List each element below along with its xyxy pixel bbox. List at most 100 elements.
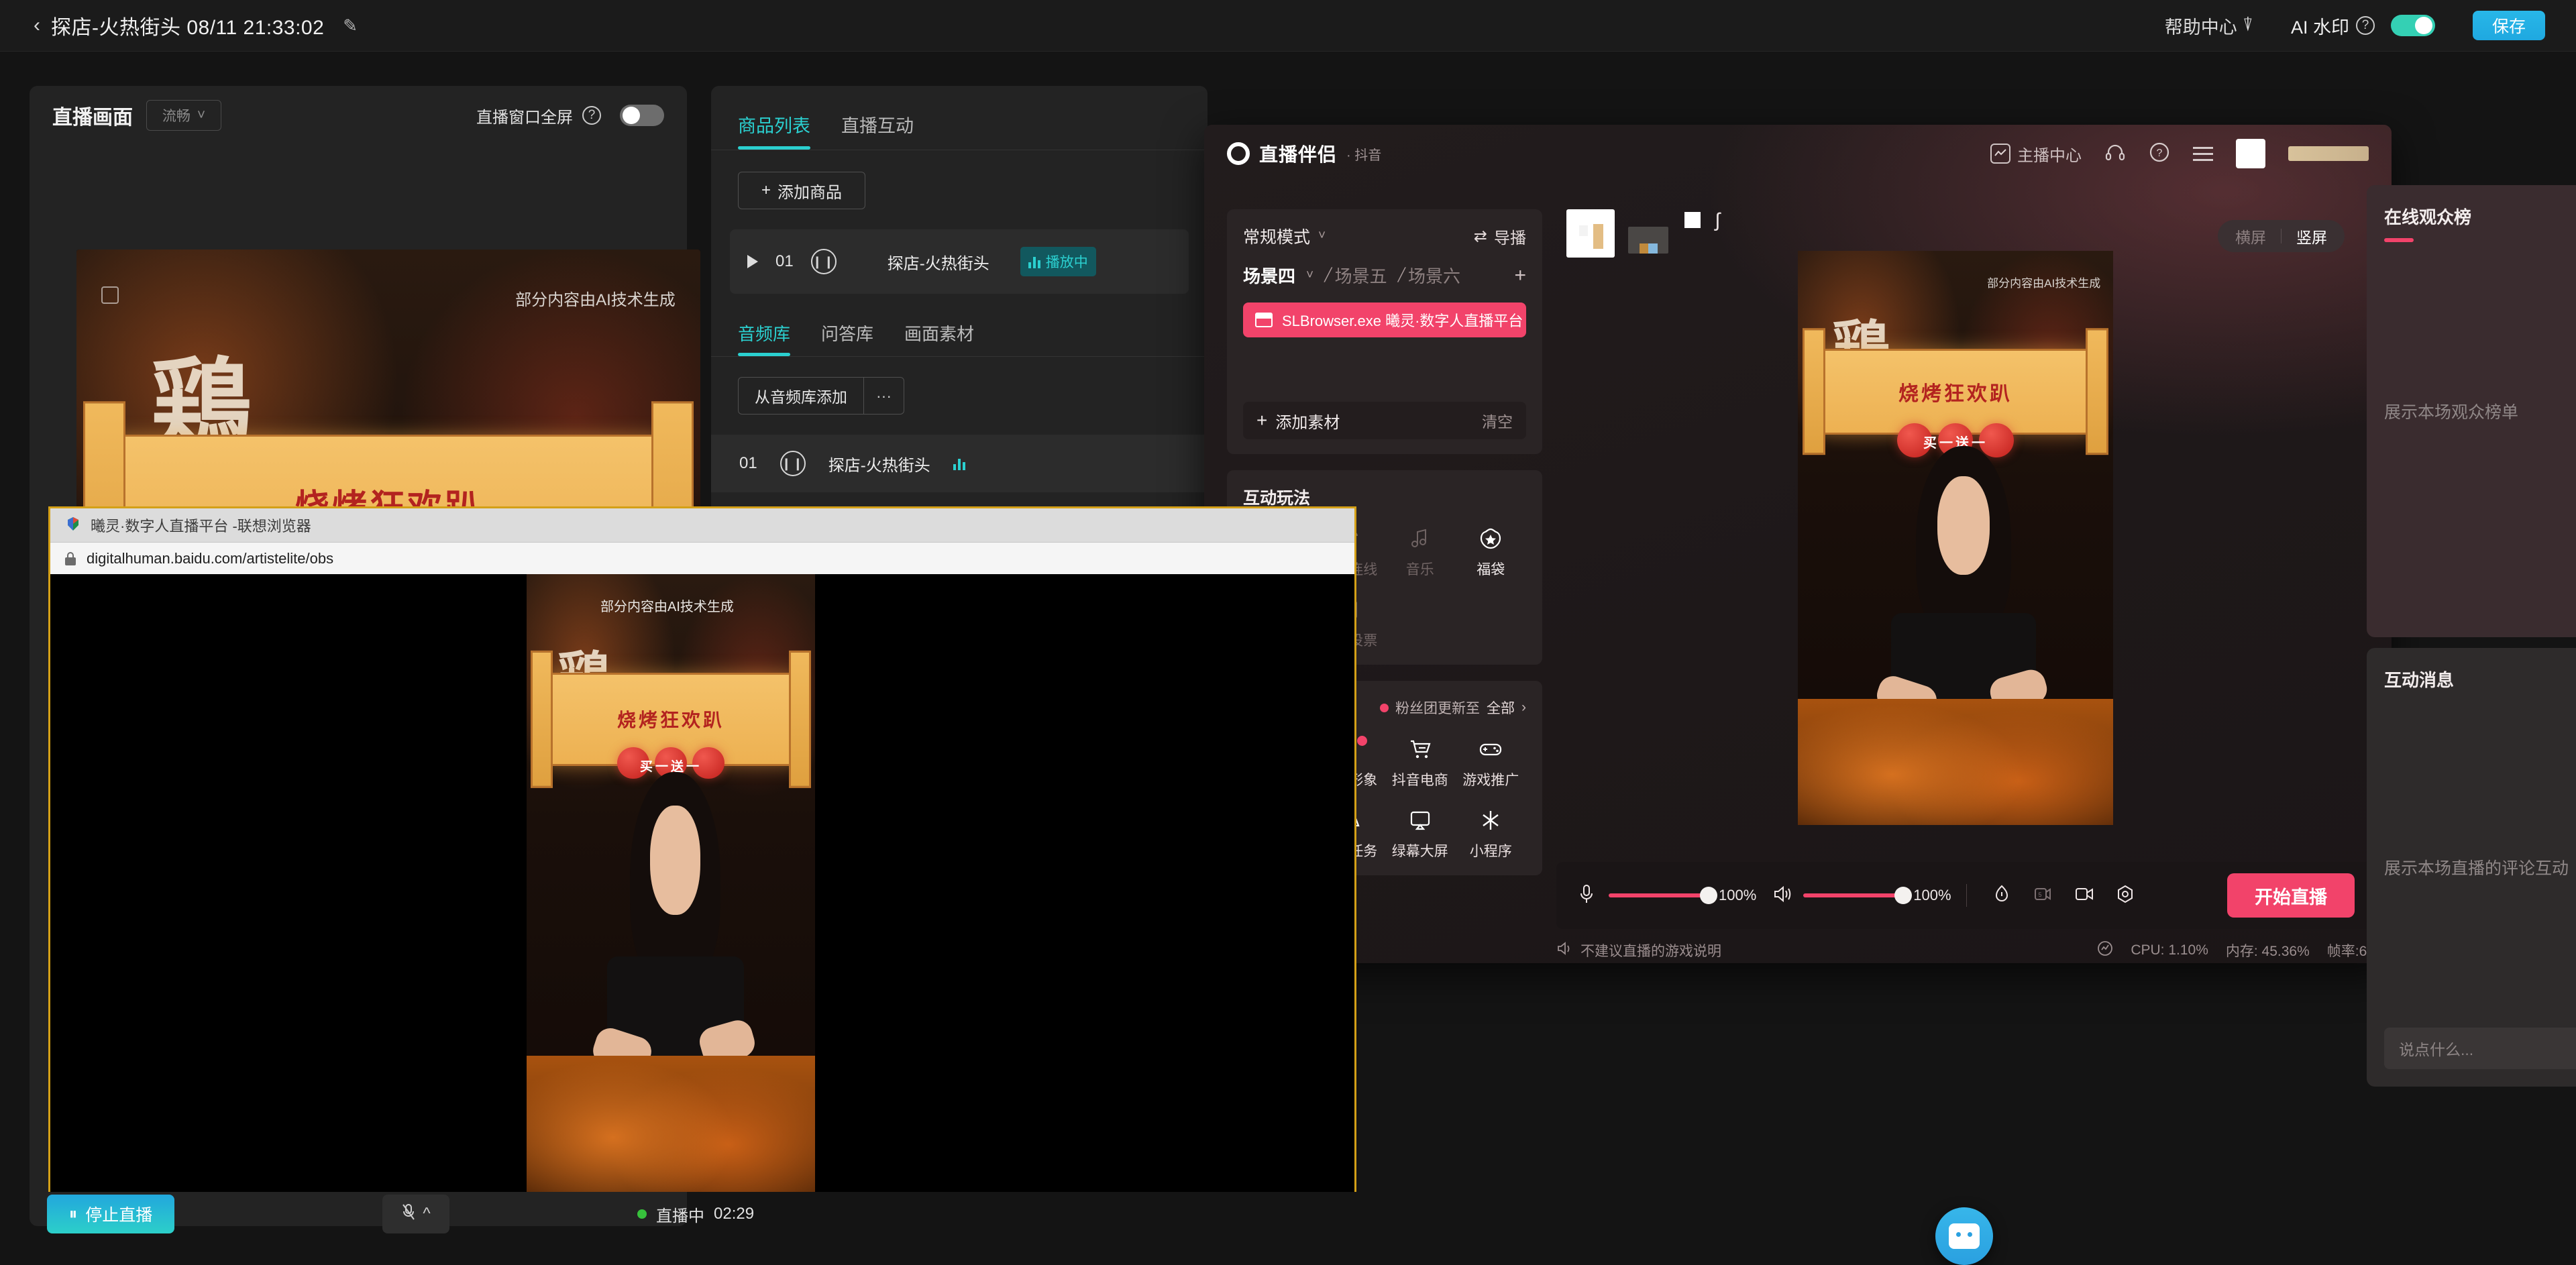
anchor-center-link[interactable]: 主播中心 — [1990, 142, 2082, 166]
chevron-down-icon[interactable]: ˅ — [1306, 268, 1313, 283]
app-header: ‹ 探店-火热街头 08/11 21:33:02 ✎ 帮助中心 ⍒ AI 水印 … — [0, 0, 2576, 52]
fan-update-link[interactable]: 粉丝团更新至 全部 › — [1380, 698, 1526, 718]
switch-arrows-icon: ⇄ — [1473, 227, 1487, 245]
microphone-toggle[interactable]: ^ — [382, 1195, 449, 1233]
orientation-toggle[interactable]: 横屏 竖屏 — [2218, 220, 2345, 252]
tool-item-douyin-ecommerce[interactable]: 抖音电商 — [1385, 737, 1456, 789]
browser-url[interactable]: digitalhuman.baidu.com/artistelite/obs — [87, 550, 333, 567]
scene-tab-4[interactable]: 场景四 — [1243, 263, 1295, 288]
tab-qa-library[interactable]: 问答库 — [821, 321, 873, 356]
anchor-center-label: 主播中心 — [2017, 146, 2082, 165]
clear-materials-button[interactable]: 清空 — [1482, 409, 1513, 432]
tool-item-green-screen[interactable]: 绿幕大屏 — [1385, 808, 1456, 861]
interaction-messages-title: 互动消息 — [2384, 670, 2455, 690]
speaker-muted-icon[interactable] — [1772, 884, 1792, 908]
companion-title: 直播伴侣 — [1259, 144, 1338, 165]
director-button[interactable]: ⇄ 导播 — [1474, 225, 1526, 248]
scene-separator: ╱ — [1324, 268, 1332, 282]
window-icon — [1255, 313, 1273, 327]
scene-tabs: 场景四 ˅ ╱ 场景五 ╱ 场景六 + — [1243, 263, 1526, 288]
orientation-landscape[interactable]: 横屏 — [2223, 225, 2278, 248]
question-circle-icon[interactable]: ? — [2356, 16, 2375, 35]
ai-watermark-toggle[interactable] — [2391, 15, 2435, 36]
pause-button[interactable]: ❙❙ — [810, 249, 837, 274]
preview-thumbnail-main[interactable] — [1566, 209, 1615, 258]
filter-5s-icon[interactable]: 5 — [2033, 884, 2053, 908]
live-status-dot — [637, 1209, 647, 1219]
start-live-button[interactable]: 开始直播 — [2227, 873, 2355, 918]
companion-performance-stats: CPU: 1.10% 内存: 45.36% 帧率:60 — [2097, 940, 2375, 960]
chevron-down-icon[interactable]: ˅ — [1318, 229, 1326, 243]
microphone-icon[interactable] — [1576, 883, 1597, 908]
settings-target-icon[interactable] — [2116, 885, 2135, 907]
companion-preview-stage[interactable]: 鶏 烧烤狂欢趴 买一送一 部分内容由AI技术生成 — [1798, 251, 2113, 825]
companion-header-actions: 主播中心 ? — [1990, 139, 2369, 168]
pause-circle-icon: ⏸ — [68, 1204, 78, 1223]
quality-select[interactable]: 流畅 ˅ — [146, 100, 221, 131]
interactive-item-music[interactable]: 音乐 — [1385, 527, 1456, 579]
tab-live-interaction[interactable]: 直播互动 — [841, 111, 914, 150]
cpu-usage: CPU: 1.10% — [2131, 942, 2208, 958]
browser-content[interactable]: 鶏 烧烤狂欢趴 买一送一 部分内容由AI技术生成 — [50, 574, 1354, 1192]
chevron-up-icon[interactable]: ^ — [423, 1205, 430, 1223]
speaker-volume-slider[interactable] — [1803, 887, 1913, 904]
product-card[interactable]: 01 ❙❙ 探店-火热街头 播放中 — [730, 229, 1189, 294]
add-material-button[interactable]: 添加素材 — [1275, 409, 1340, 433]
camera-icon[interactable] — [2074, 885, 2094, 906]
chart-box-icon — [1990, 144, 2010, 164]
back-button[interactable]: ‹ — [34, 15, 40, 36]
help-center-link[interactable]: 帮助中心 ⍒ — [2165, 13, 2253, 39]
source-list-item[interactable]: SLBrowser.exe 曦灵·数字人直播平台 -... — [1243, 302, 1526, 337]
account-name-placeholder — [2288, 146, 2369, 161]
scene-card: 常规模式 ˅ ⇄ 导播 场景四 ˅ ╱ 场景五 ╱ 场景六 + SLBrowse… — [1227, 209, 1542, 454]
fullscreen-toggle[interactable] — [620, 105, 664, 126]
live-status-label: 直播中 — [656, 1207, 704, 1225]
add-from-audio-library-button[interactable]: 从音频库添加 — [739, 378, 863, 414]
expand-triangle-icon[interactable] — [747, 255, 758, 268]
microphone-volume-slider[interactable] — [1609, 887, 1717, 904]
tab-audio-library[interactable]: 音频库 — [738, 321, 791, 356]
audio-pause-button[interactable]: ❙❙ — [780, 451, 806, 476]
save-button[interactable]: 保存 — [2473, 11, 2545, 40]
plus-icon[interactable]: + — [1514, 264, 1526, 287]
library-tabs: 音频库 问答库 画面素材 — [711, 294, 1208, 356]
preview-thumbnail-secondary[interactable] — [1628, 227, 1668, 254]
audio-list-item[interactable]: 01 ❙❙ 探店-火热街头 — [711, 435, 1208, 492]
interaction-messages-card: 互动消息 展示本场直播的评论互动 说点什么... — [2367, 648, 2576, 1087]
beauty-icon[interactable] — [1992, 884, 2011, 908]
fan-update-scope: 全部 — [1487, 701, 1515, 716]
question-circle-icon[interactable]: ? — [582, 106, 601, 125]
director-label: 导播 — [1494, 229, 1526, 248]
headset-icon[interactable] — [2104, 142, 2126, 166]
tab-product-list[interactable]: 商品列表 — [738, 111, 810, 150]
add-product-button[interactable]: + 添加商品 — [738, 172, 865, 209]
avatar[interactable] — [2236, 139, 2265, 168]
tool-item-mini-program[interactable]: 小程序 — [1456, 808, 1527, 861]
orientation-portrait[interactable]: 竖屏 — [2284, 225, 2339, 248]
scene-tab-5[interactable]: 场景五 — [1335, 263, 1387, 288]
comment-input[interactable]: 说点什么... — [2384, 1028, 2576, 1069]
scene-tab-6[interactable]: 场景六 — [1408, 263, 1460, 288]
tab-scene-material[interactable]: 画面素材 — [904, 321, 974, 356]
preview-marker-icon: ʃ — [1715, 209, 1720, 231]
interactive-item-lucky-bag[interactable]: 福袋 — [1456, 527, 1527, 579]
browser-urlbar[interactable]: digitalhuman.baidu.com/artistelite/obs — [50, 542, 1354, 574]
browser-title: 曦灵·数字人直播平台 -联想浏览器 — [91, 518, 311, 535]
fullscreen-label: 直播窗口全屏 — [476, 108, 573, 127]
chat-face-icon[interactable] — [1935, 1207, 1993, 1265]
add-material-row: + 添加素材 清空 — [1243, 402, 1526, 439]
tool-item-label: 小程序 — [1469, 844, 1512, 859]
scene-sign-text: 烧烤狂欢趴 — [1817, 348, 2094, 435]
browser-window[interactable]: 曦灵·数字人直播平台 -联想浏览器 digitalhuman.baidu.com… — [48, 506, 1356, 1192]
question-circle-icon[interactable]: ? — [2149, 142, 2170, 166]
hamburger-icon[interactable] — [2193, 146, 2213, 161]
more-options-button[interactable]: ··· — [863, 378, 904, 414]
preview-thumbnail-square[interactable] — [1684, 212, 1701, 228]
stop-live-button[interactable]: ⏸ 停止直播 — [47, 1195, 174, 1233]
pencil-icon[interactable]: ✎ — [343, 15, 358, 36]
browser-scene-wrap: 鶏 烧烤狂欢趴 买一送一 — [527, 574, 815, 1192]
mode-name[interactable]: 常规模式 — [1243, 224, 1310, 248]
tool-item-game-promotion[interactable]: 游戏推广 — [1456, 737, 1527, 789]
audio-index: 01 — [739, 454, 757, 472]
speaker-volume-value: 100% — [1913, 887, 1951, 903]
